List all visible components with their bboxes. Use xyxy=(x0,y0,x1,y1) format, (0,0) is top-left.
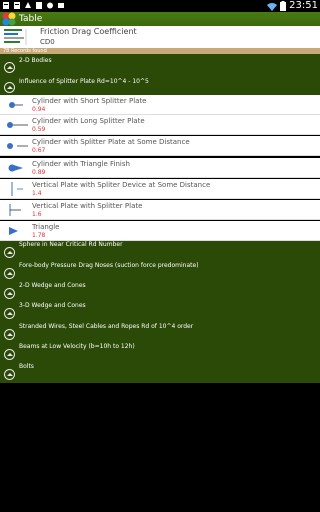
status-right: 23:51 xyxy=(267,0,318,12)
item-name: Cylinder with Short Splitter Plate xyxy=(32,97,147,105)
notification-icon xyxy=(58,3,64,8)
app-title: Table xyxy=(19,14,43,24)
list-item[interactable]: Vertical Plate with Splitter Plate 1.6 xyxy=(0,200,320,220)
group-label: Beams at Low Velocity (b=10h to 12h) xyxy=(19,343,135,350)
group-beams[interactable]: Beams at Low Velocity (b=10h to 12h) xyxy=(0,343,320,363)
list-item[interactable]: Cylinder with Short Splitter Plate 0.94 xyxy=(0,95,320,115)
expand-toggle-icon[interactable] xyxy=(4,62,15,73)
vertical-plate-device-icon xyxy=(11,182,23,196)
list-item[interactable]: Cylinder with Triangle Finish 0.89 xyxy=(0,158,320,178)
expand-toggle-icon[interactable] xyxy=(4,308,15,319)
item-value: 0.59 xyxy=(32,126,46,133)
expand-toggle-icon[interactable] xyxy=(4,329,15,340)
group-sphere-critical[interactable]: Sphere in Near Critical Rd Number xyxy=(0,241,320,261)
notification-icon xyxy=(25,2,31,8)
item-name: Cylinder with Splitter Plate at Some Dis… xyxy=(32,138,190,146)
group-label: Influence of Splitter Plate Rd=10^4 - 10… xyxy=(19,78,149,85)
expand-toggle-icon[interactable] xyxy=(4,268,15,279)
list-item[interactable]: Triangle 1.78 xyxy=(0,221,320,241)
notification-icon xyxy=(47,2,53,9)
group-splitter-plate[interactable]: Influence of Splitter Plate Rd=10^4 - 10… xyxy=(0,74,320,95)
group-2d-wedge[interactable]: 2-D Wedge and Cones xyxy=(0,282,320,302)
expand-toggle-icon[interactable] xyxy=(4,369,15,380)
table-header-card: Friction Drag Coefficient CD0 xyxy=(0,26,320,48)
item-name: Cylinder with Long Splitter Plate xyxy=(32,117,145,125)
group-2d-bodies[interactable]: 2-D Bodies xyxy=(0,54,320,74)
table-subtitle: CD0 xyxy=(40,38,55,46)
item-name: Cylinder with Triangle Finish xyxy=(32,160,130,168)
cylinder-triangle-icon xyxy=(8,164,23,172)
item-value: 1.4 xyxy=(32,190,42,197)
vertical-plate-splitter-icon xyxy=(9,204,21,216)
item-value: 0.67 xyxy=(32,147,46,154)
expand-toggle-icon[interactable] xyxy=(4,82,15,93)
status-bar: 23:51 xyxy=(0,0,320,12)
group-bolts[interactable]: Bolts xyxy=(0,363,320,383)
group-label: 3-D Wedge and Cones xyxy=(19,302,86,309)
clock-time: 23:51 xyxy=(289,0,318,11)
item-value: 0.89 xyxy=(32,169,46,176)
triangle-icon xyxy=(9,227,18,235)
empty-area xyxy=(0,383,320,512)
item-value: 1.6 xyxy=(32,211,42,218)
item-value: 1.78 xyxy=(32,232,46,239)
wifi-icon xyxy=(267,2,278,11)
group-label: 2-D Wedge and Cones xyxy=(19,282,86,289)
cylinder-short-plate-icon xyxy=(9,102,23,108)
expand-toggle-icon[interactable] xyxy=(4,349,15,360)
coefficient-scale-thumbnail xyxy=(2,27,36,47)
list-item[interactable]: Cylinder with Splitter Plate at Some Dis… xyxy=(0,136,320,156)
app-bar: Table xyxy=(0,12,320,26)
table-title: Friction Drag Coefficient xyxy=(40,27,137,36)
group-label: Fore-body Pressure Drag Noses (suction f… xyxy=(19,262,199,269)
item-name: Vertical Plate with Spliter Device at So… xyxy=(32,181,211,189)
list-item[interactable]: Cylinder with Long Splitter Plate 0.59 xyxy=(0,115,320,135)
notification-icon xyxy=(14,2,20,9)
group-label: Stranded Wires, Steel Cables and Ropes R… xyxy=(19,323,194,330)
group-stranded-wires[interactable]: Stranded Wires, Steel Cables and Ropes R… xyxy=(0,322,320,343)
notification-icon xyxy=(3,2,9,9)
list-item[interactable]: Vertical Plate with Spliter Device at So… xyxy=(0,179,320,199)
group-label: Sphere in Near Critical Rd Number xyxy=(19,241,123,248)
cylinder-plate-distance-icon xyxy=(7,143,28,149)
group-forebody-noses[interactable]: Fore-body Pressure Drag Noses (suction f… xyxy=(0,261,320,282)
group-label: Bolts xyxy=(19,363,34,370)
item-name: Vertical Plate with Splitter Plate xyxy=(32,202,143,210)
group-label: 2-D Bodies xyxy=(19,57,52,64)
expand-toggle-icon[interactable] xyxy=(4,247,15,258)
app-logo-icon[interactable] xyxy=(2,12,16,26)
notification-icon xyxy=(36,2,42,9)
item-value: 0.94 xyxy=(32,106,46,113)
expand-toggle-icon[interactable] xyxy=(4,288,15,299)
notification-icons xyxy=(2,1,65,10)
item-name: Triangle xyxy=(32,223,60,231)
battery-icon xyxy=(280,1,287,11)
group-3d-wedge[interactable]: 3-D Wedge and Cones xyxy=(0,302,320,322)
cylinder-long-plate-icon xyxy=(7,122,28,128)
